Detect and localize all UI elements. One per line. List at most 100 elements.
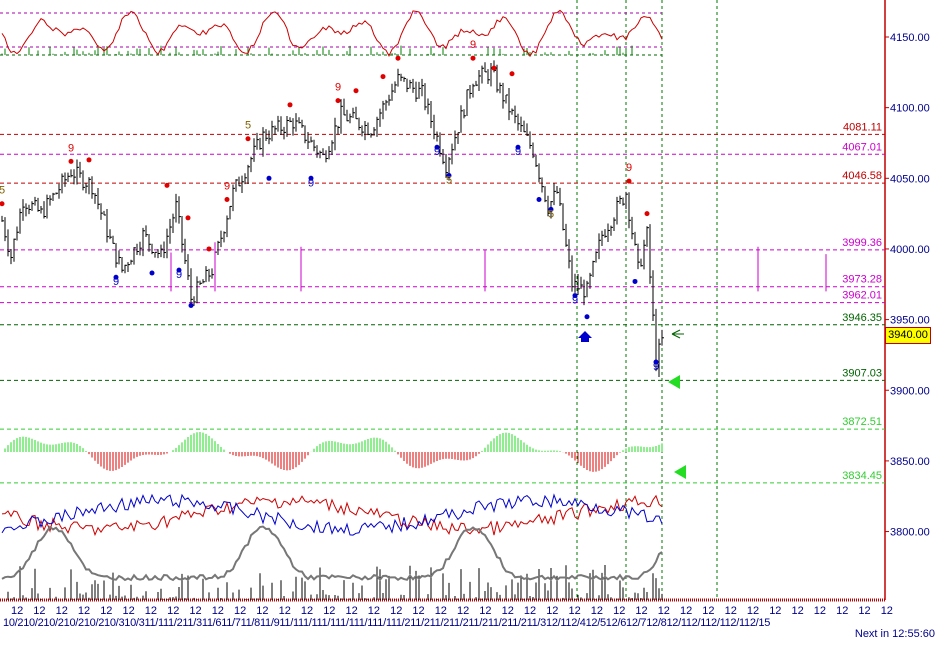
y-tick-label: 4050.00 <box>890 173 930 185</box>
signal-dot <box>335 98 341 104</box>
x-tick-label: 12 <box>858 605 870 617</box>
x-tick-label: 12 <box>368 605 380 617</box>
signal-count-label: 9 <box>653 361 659 373</box>
x-tick-label: 12 <box>78 605 90 617</box>
signal-count-label: 5 <box>0 185 5 197</box>
y-tick-label: 3800.00 <box>890 527 930 539</box>
x-tick-label: 12 <box>33 605 45 617</box>
signal-dot <box>536 196 542 202</box>
signal-dot <box>206 246 212 252</box>
x-tick-label: 12 <box>212 605 224 617</box>
signal-count-label: 9 <box>626 162 632 174</box>
x-tick-label: 12 <box>234 605 246 617</box>
signal-count-label: 9 <box>434 146 440 158</box>
buy-arrow-icon <box>578 331 592 342</box>
signal-dot <box>0 201 5 207</box>
x-tick-label: 12 <box>613 605 625 617</box>
signal-count-label: 9 <box>470 39 476 51</box>
x-tick-label: 12 <box>435 605 447 617</box>
signal-dot <box>86 157 92 163</box>
signal-dot <box>164 182 170 188</box>
signal-count-label: 9 <box>308 177 314 189</box>
x-tick-label: 12 <box>658 605 670 617</box>
x-tick-label: 12 <box>881 605 893 617</box>
x-tick-label: 12 <box>680 605 692 617</box>
next-bar-countdown: Next in 12:55:60 <box>854 628 935 640</box>
x-tick-label: 12 <box>189 605 201 617</box>
signal-dot <box>509 71 515 77</box>
signal-dot <box>626 178 632 184</box>
x-tick-label: 12 <box>769 605 781 617</box>
target-arrow-icon <box>674 465 686 479</box>
price-level-label: 3872.51 <box>842 416 882 428</box>
signal-count-label: 9 <box>335 82 341 94</box>
x-tick-label: 12 <box>457 605 469 617</box>
signal-dot <box>149 270 155 276</box>
x-tick-label: 12 <box>836 605 848 617</box>
x-tick-label: 12 <box>546 605 558 617</box>
price-level-label: 3907.03 <box>842 367 882 379</box>
x-tick-label: 12 <box>123 605 135 617</box>
x-tick-label: 12 <box>792 605 804 617</box>
x-tick-label: 12 <box>635 605 647 617</box>
small-arrow-icon <box>671 329 684 339</box>
x-tick-label: 12 <box>747 605 759 617</box>
y-tick-label: 4100.00 <box>890 103 930 115</box>
x-tick-label: 12 <box>412 605 424 617</box>
price-level-label: 3946.35 <box>842 312 882 324</box>
x-tick-label: 12 <box>11 605 23 617</box>
signal-dot <box>584 314 590 320</box>
price-level-label: 3999.36 <box>842 237 882 249</box>
target-arrow-icon <box>668 375 680 389</box>
x-tick-label: 12 <box>814 605 826 617</box>
price-level-label: 4081.11 <box>843 121 882 133</box>
signal-dot <box>68 158 74 164</box>
signal-dot <box>224 196 230 202</box>
signal-count-label: 9 <box>572 295 578 307</box>
signal-dot <box>266 175 272 181</box>
x-tick-label: 12 <box>279 605 291 617</box>
signal-count-label: 5 <box>245 120 251 132</box>
signal-dot <box>395 55 401 61</box>
x-tick-label: 12 <box>702 605 714 617</box>
y-tick-label: 4150.00 <box>890 32 930 44</box>
signal-dot <box>380 74 386 80</box>
price-level-label: 4046.58 <box>842 170 882 182</box>
y-tick-label: 3900.00 <box>890 385 930 397</box>
x-tick-label: 12 <box>100 605 112 617</box>
signal-count-label: 5 <box>446 174 452 186</box>
x-axis-dates: 10/210/210/210/210/210/310/311/111/211/3… <box>3 617 771 629</box>
x-tick-label: 12 <box>145 605 157 617</box>
signal-dot <box>245 136 251 142</box>
x-tick-label: 12 <box>323 605 335 617</box>
signal-dot <box>470 55 476 61</box>
x-tick-label: 12 <box>56 605 68 617</box>
signal-dot <box>185 215 191 221</box>
x-tick-label: 12 <box>569 605 581 617</box>
chart-canvas[interactable]: 4150.00 4100.00 4050.00 4000.00 3950.00 3900.… <box>0 0 945 661</box>
price-level-label: 3973.28 <box>842 274 882 286</box>
price-level-label: 3834.45 <box>842 470 882 482</box>
price-level-label: 3962.01 <box>842 290 882 302</box>
current-price-label: 3940.00 <box>885 327 931 344</box>
top-oscillator-line <box>1 9 663 58</box>
trading-chart: 4150.00 4100.00 4050.00 4000.00 3950.00 3900.… <box>0 0 945 661</box>
x-tick-label: 12 <box>479 605 491 617</box>
signal-count-label: 9 <box>68 142 74 154</box>
x-tick-label: 12 <box>502 605 514 617</box>
x-tick-label: 12 <box>524 605 536 617</box>
signal-dot <box>491 65 497 71</box>
signal-count-label: 9 <box>515 146 521 158</box>
price-level-label: 4067.01 <box>842 141 882 153</box>
x-tick-label: 12 <box>167 605 179 617</box>
signal-count-label: 9 <box>113 276 119 288</box>
signal-dot <box>287 102 293 108</box>
x-tick-label: 12 <box>301 605 313 617</box>
x-tick-label: 12 <box>591 605 603 617</box>
x-tick-label: 12 <box>256 605 268 617</box>
bottom-indicator-line <box>1 494 663 537</box>
y-tick-label: 3850.00 <box>890 456 930 468</box>
signal-dot <box>188 302 194 308</box>
signal-dot <box>353 88 359 94</box>
x-tick-label: 12 <box>390 605 402 617</box>
